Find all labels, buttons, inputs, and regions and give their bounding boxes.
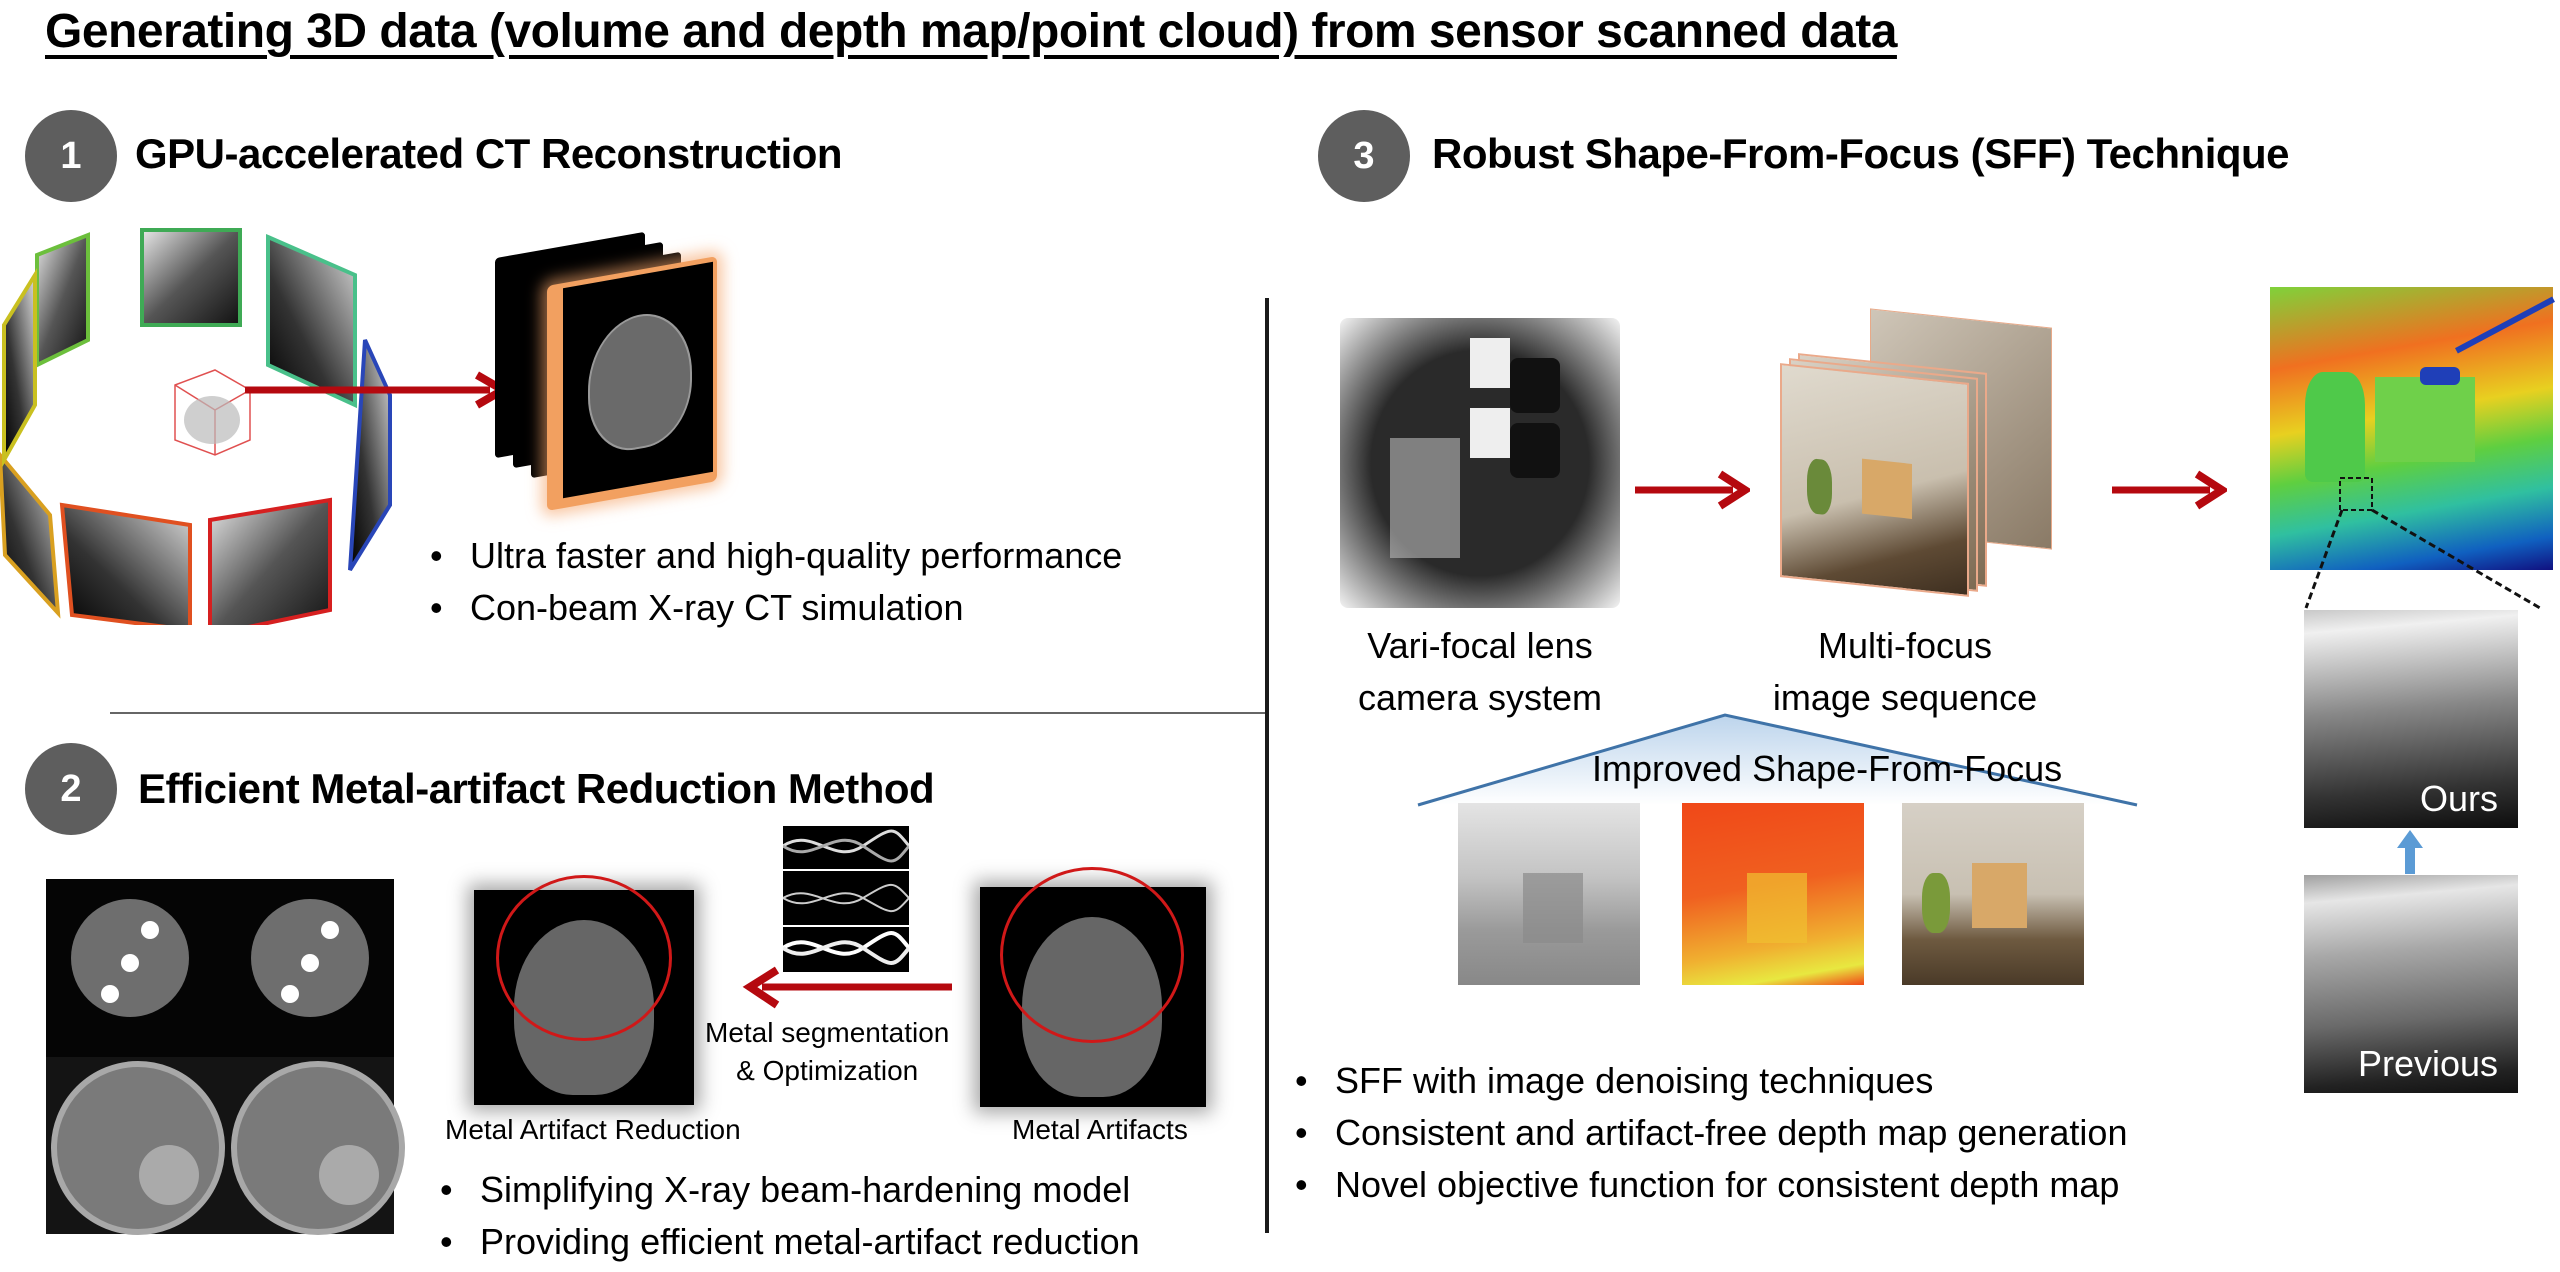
vertical-divider xyxy=(1265,298,1269,1233)
sff-grayscale-depth xyxy=(1458,803,1640,985)
bullet-item: Ultra faster and high-quality performanc… xyxy=(430,530,1122,582)
sequence-caption-line-1: Multi-focus xyxy=(1817,625,1993,666)
dental-phantom xyxy=(51,1061,225,1235)
horizontal-divider xyxy=(110,712,1265,714)
projection-panel xyxy=(59,502,192,625)
red-arrow-right xyxy=(245,371,512,409)
section-1-bullets: Ultra faster and high-quality performanc… xyxy=(430,530,1122,634)
arrow-label-line-1: Metal segmentation xyxy=(705,1017,950,1048)
arrow-label-line-2: & Optimization xyxy=(736,1055,919,1086)
projection-panel xyxy=(208,497,332,625)
highlight-circle xyxy=(496,875,672,1041)
projection-panel xyxy=(2,267,37,468)
arrow-label: Metal segmentation & Optimization xyxy=(705,1014,949,1090)
ct-slice-stack xyxy=(495,215,735,511)
section-1-title: GPU-accelerated CT Reconstruction xyxy=(135,130,843,177)
multifocus-image-stack xyxy=(1780,308,2080,618)
highlight-circle xyxy=(1000,867,1184,1043)
section-3-badge: 3 xyxy=(1318,110,1410,202)
focus-slice-front xyxy=(1780,363,1969,597)
dental-phantom xyxy=(231,1061,405,1235)
bullet-item: Simplifying X-ray beam-hardening model xyxy=(440,1164,1140,1216)
section-2-bullets: Simplifying X-ray beam-hardening model P… xyxy=(440,1164,1140,1268)
varifocal-camera-photo xyxy=(1340,318,1620,608)
red-arrow-right xyxy=(2112,470,2227,510)
section-1-number: 1 xyxy=(60,134,82,177)
bullet-item: SFF with image denoising techniques xyxy=(1295,1055,2127,1107)
bullet-item: Providing efficient metal-artifact reduc… xyxy=(440,1216,1140,1268)
phantom-comparison-grid xyxy=(46,879,405,1235)
artifacts-caption: Metal Artifacts xyxy=(1012,1114,1188,1145)
main-title: Generating 3D data (volume and depth map… xyxy=(45,5,1897,58)
section-3-title: Robust Shape-From-Focus (SFF) Technique xyxy=(1432,130,2290,177)
camera-caption: Vari-focal lens camera system xyxy=(1340,620,1620,724)
camera-caption-line-1: Vari-focal lens xyxy=(1367,625,1593,666)
ct-slice-front xyxy=(563,261,713,499)
blue-arrow-up xyxy=(2397,830,2423,874)
sff-all-in-focus xyxy=(1902,803,2084,985)
sff-colormap-depth xyxy=(1682,803,1864,985)
section-2-number: 2 xyxy=(60,767,82,810)
sequence-caption: Multi-focus image sequence xyxy=(1740,620,2070,724)
section-2-title: Efficient Metal-artifact Reduction Metho… xyxy=(138,765,935,812)
ct-projection-ring xyxy=(0,228,392,625)
ours-label: Ours xyxy=(2419,778,2498,819)
metal-artifacts-image xyxy=(980,867,1206,1107)
reduction-caption: Metal Artifact Reduction xyxy=(445,1114,741,1145)
sinogram-waves xyxy=(781,829,911,965)
phantom-disc xyxy=(71,899,189,1017)
section-3-number: 3 xyxy=(1353,134,1375,177)
bullet-item: Novel objective function for consistent … xyxy=(1295,1159,2127,1211)
zoom-callout-lines xyxy=(2304,477,2541,610)
metal-artifact-reduction-image xyxy=(474,875,694,1105)
red-arrow-left xyxy=(742,966,952,1009)
bullet-item: Con-beam X-ray CT simulation xyxy=(430,582,1122,634)
projection-panel xyxy=(140,228,242,327)
improved-sff-label: Improved Shape-From-Focus xyxy=(1592,748,2063,789)
sinogram-stack xyxy=(781,826,911,972)
bullet-item: Consistent and artifact-free depth map g… xyxy=(1295,1107,2127,1159)
previous-depth-patch: Previous xyxy=(2304,875,2518,1093)
projection-panel xyxy=(0,451,61,619)
previous-label: Previous xyxy=(2357,1043,2498,1084)
ours-depth-patch: Ours xyxy=(2304,610,2518,828)
red-arrow-right xyxy=(1635,470,1750,510)
section-2-badge: 2 xyxy=(25,743,117,835)
projection-panel xyxy=(35,232,90,369)
section-3-bullets: SFF with image denoising techniques Cons… xyxy=(1295,1055,2127,1211)
skull-volume xyxy=(184,396,240,444)
phantom-disc xyxy=(251,899,369,1017)
section-1-badge: 1 xyxy=(25,110,117,202)
